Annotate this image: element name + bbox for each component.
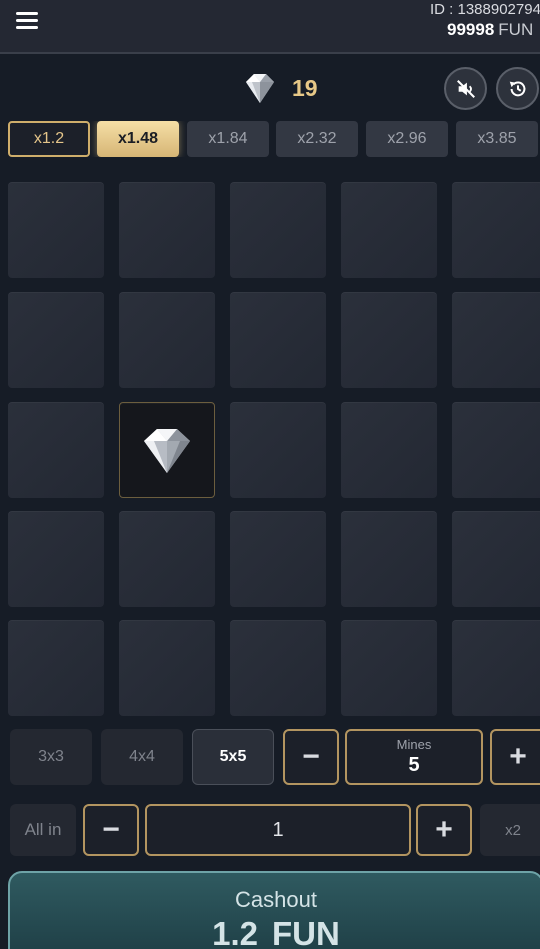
balance: 99998 FUN [447,20,533,40]
cashout-amount: 1.2 FUN [212,915,340,949]
grid-tile[interactable] [341,511,437,607]
plus-icon: + [435,813,453,846]
hamburger-menu-icon[interactable] [16,12,38,32]
multiplier-step: x2.32 [276,121,358,157]
grid-tile-revealed-diamond [119,402,215,498]
cashout-button[interactable]: Cashout 1.2 FUN [8,871,540,949]
mines-grid [0,182,540,718]
plus-icon: + [509,740,527,773]
diamond-icon [144,429,190,473]
cashout-amount-value: 1.2 [212,915,259,949]
history-button[interactable] [496,67,539,110]
balance-amount: 99998 [447,20,495,39]
all-in-button[interactable]: All in [10,804,76,856]
grid-tile[interactable] [452,182,540,278]
grid-tile[interactable] [230,402,326,498]
cashout-currency: FUN [272,915,340,949]
grid-tile[interactable] [8,402,104,498]
grid-tile[interactable] [452,292,540,388]
minus-icon: − [302,740,320,773]
gems-remaining-count: 19 [292,74,318,101]
mines-value: 5 [408,754,420,776]
grid-tile[interactable] [341,620,437,716]
grid-tile[interactable] [452,402,540,498]
grid-tile[interactable] [230,620,326,716]
multiplier-step: x1.84 [187,121,269,157]
board-size-3x3-button[interactable]: 3x3 [10,729,92,785]
grid-tile[interactable] [341,292,437,388]
sound-toggle-button[interactable] [444,67,487,110]
grid-tile[interactable] [230,292,326,388]
top-bar: ID : 1388902794 99998 FUN [0,0,540,54]
user-id: ID : 1388902794 [430,1,540,18]
grid-tile[interactable] [452,511,540,607]
cashout-label: Cashout [235,887,317,912]
history-icon [509,81,525,96]
grid-tile[interactable] [341,182,437,278]
grid-tile[interactable] [341,402,437,498]
grid-tile[interactable] [452,620,540,716]
grid-tile[interactable] [8,292,104,388]
grid-tile[interactable] [8,182,104,278]
grid-tile[interactable] [119,620,215,716]
diamond-icon [246,74,274,103]
balance-currency: FUN [498,20,534,39]
minus-icon: − [102,813,120,846]
multiplier-step: x3.85 [456,121,538,157]
grid-tile[interactable] [8,620,104,716]
multiplier-step: x1.2 [8,121,90,157]
multiplier-step: x2.96 [366,121,448,157]
grid-tile[interactable] [230,511,326,607]
board-size-4x4-button[interactable]: 4x4 [101,729,183,785]
bet-double-button[interactable]: x2 [480,804,540,856]
grid-tile[interactable] [8,511,104,607]
grid-tile[interactable] [119,182,215,278]
grid-tile[interactable] [119,511,215,607]
bet-increase-button[interactable]: + [416,804,472,856]
grid-tile[interactable] [119,292,215,388]
multiplier-step-current: x1.48 [97,121,179,157]
bet-decrease-button[interactable]: − [83,804,139,856]
mines-increase-button[interactable]: + [490,729,540,785]
grid-tile[interactable] [230,182,326,278]
gems-remaining: 19 [238,70,318,106]
mines-label: Mines [396,737,432,752]
board-size-5x5-button[interactable]: 5x5 [192,729,274,785]
bet-amount-input[interactable]: 1 [145,804,411,856]
mines-count-field[interactable]: Mines 5 [345,729,483,785]
sound-muted-icon [456,79,475,98]
mines-decrease-button[interactable]: − [283,729,339,785]
multiplier-track: x1.2 x1.48 x1.84 x2.32 x2.96 x3.85 [0,121,540,157]
